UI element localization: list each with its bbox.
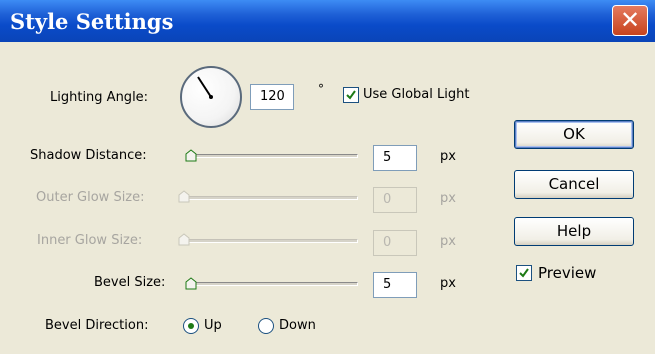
bevel-size-label: Bevel Size: — [94, 275, 166, 290]
degree-unit: ° — [318, 82, 324, 96]
outer-glow-label: Outer Glow Size: — [36, 190, 145, 205]
close-icon: ✕ — [619, 6, 641, 34]
bevel-size-unit: px — [440, 276, 456, 291]
outer-glow-slider — [182, 196, 358, 200]
shadow-distance-slider[interactable] — [188, 154, 358, 158]
bevel-direction-label: Bevel Direction: — [45, 318, 149, 333]
outer-glow-unit: px — [440, 191, 456, 206]
outer-glow-input: 0 — [373, 187, 417, 213]
shadow-distance-label: Shadow Distance: — [30, 148, 147, 163]
use-global-light-checkbox[interactable] — [343, 87, 359, 103]
slider-thumb-icon[interactable] — [185, 277, 197, 290]
slider-thumb-icon — [178, 190, 190, 203]
shadow-distance-unit: px — [440, 149, 456, 164]
shadow-distance-input[interactable]: 5 — [373, 145, 417, 171]
bevel-down-label: Down — [279, 318, 316, 333]
lighting-angle-dial[interactable] — [180, 66, 242, 128]
bevel-down-radio[interactable] — [258, 318, 274, 334]
cancel-button[interactable]: Cancel — [514, 170, 634, 199]
slider-thumb-icon[interactable] — [185, 149, 197, 162]
radio-dot-icon — [188, 323, 194, 329]
dialog-title: Style Settings — [10, 9, 174, 34]
lighting-angle-input[interactable]: 120 — [250, 84, 294, 110]
bevel-up-radio[interactable] — [183, 318, 199, 334]
title-bar[interactable]: Style Settings ✕ — [0, 0, 655, 42]
style-settings-dialog: Style Settings ✕ Lighting Angle: 120 ° U… — [0, 0, 655, 354]
slider-thumb-icon — [178, 233, 190, 246]
inner-glow-slider — [182, 239, 358, 243]
lighting-angle-label: Lighting Angle: — [50, 90, 149, 105]
inner-glow-label: Inner Glow Size: — [37, 233, 143, 248]
use-global-light-label: Use Global Light — [363, 87, 470, 102]
close-button[interactable]: ✕ — [612, 5, 648, 36]
bevel-size-slider[interactable] — [188, 282, 358, 286]
angle-dial-icon — [197, 76, 213, 99]
ok-button[interactable]: OK — [514, 120, 634, 149]
preview-label: Preview — [538, 264, 597, 282]
bevel-up-label: Up — [204, 318, 222, 333]
help-button[interactable]: Help — [514, 217, 634, 246]
bevel-size-input[interactable]: 5 — [373, 272, 417, 298]
preview-checkbox[interactable] — [516, 265, 532, 281]
checkmark-icon — [519, 268, 529, 278]
inner-glow-input: 0 — [373, 230, 417, 256]
checkmark-icon — [346, 90, 356, 100]
inner-glow-unit: px — [440, 234, 456, 249]
